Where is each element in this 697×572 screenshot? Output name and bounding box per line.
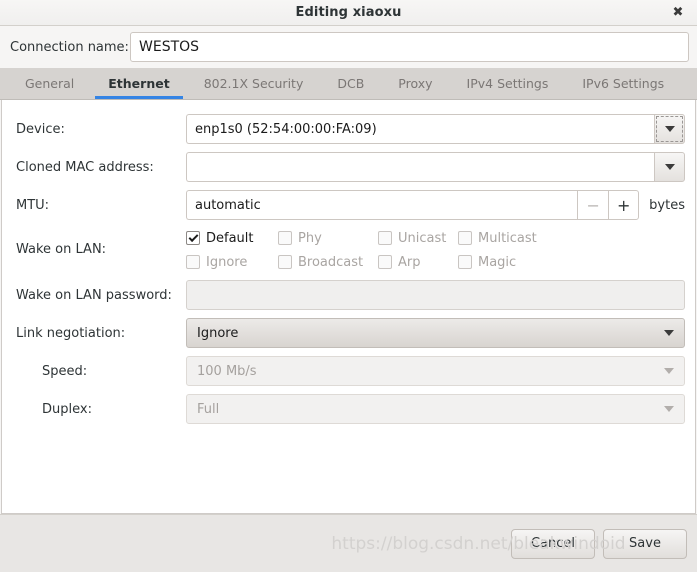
mtu-input[interactable]: automatic — [186, 190, 578, 220]
checkbox-box — [278, 231, 292, 245]
checkbox-label: Phy — [298, 230, 322, 246]
cloned-mac-row: Cloned MAC address: — [16, 152, 685, 182]
checkbox-wol-broadcast: Broadcast — [278, 252, 378, 272]
connection-name-label: Connection name: — [10, 39, 129, 55]
check-icon — [188, 231, 198, 242]
chevron-down-icon — [664, 126, 675, 132]
checkbox-box — [186, 255, 200, 269]
checkbox-label: Broadcast — [298, 254, 364, 270]
mtu-increment-button[interactable]: + — [608, 190, 640, 220]
checkbox-wol-ignore: Ignore — [186, 252, 278, 272]
speed-label: Speed: — [42, 363, 88, 379]
wake-on-lan-options: Default Phy Unicast Multicast Ignore Bro… — [186, 228, 685, 272]
checkbox-box — [378, 255, 392, 269]
tab-dcb[interactable]: DCB — [320, 68, 381, 99]
tab-802-1x-security[interactable]: 802.1X Security — [187, 68, 321, 99]
wol-password-input — [186, 280, 685, 310]
duplex-row: Duplex: Full — [16, 394, 685, 424]
checkbox-box — [458, 255, 472, 269]
checkbox-wol-phy: Phy — [278, 228, 378, 248]
duplex-value: Full — [197, 401, 220, 417]
cloned-mac-label: Cloned MAC address: — [16, 159, 154, 175]
device-dropdown-button[interactable] — [654, 114, 685, 144]
ethernet-settings-panel: Device: enp1s0 (52:54:00:00:FA:09) Clone… — [1, 100, 696, 514]
device-row: Device: enp1s0 (52:54:00:00:FA:09) — [16, 114, 685, 144]
checkbox-wol-magic: Magic — [458, 252, 578, 272]
wol-password-row: Wake on LAN password: — [16, 280, 685, 310]
checkbox-label: Magic — [478, 254, 517, 270]
tab-ethernet[interactable]: Ethernet — [91, 68, 186, 99]
cancel-button[interactable]: Cancel — [511, 528, 595, 559]
tab-general[interactable]: General — [8, 68, 91, 99]
checkbox-label: Unicast — [398, 230, 447, 246]
chevron-down-icon — [664, 368, 674, 374]
tab-proxy[interactable]: Proxy — [381, 68, 449, 99]
checkbox-label: Default — [206, 230, 254, 246]
chevron-down-icon — [664, 164, 675, 170]
checkbox-box — [278, 255, 292, 269]
tab-ipv6-settings[interactable]: IPv6 Settings — [565, 68, 681, 99]
checkbox-label: Arp — [398, 254, 421, 270]
mtu-decrement-button[interactable]: − — [577, 190, 609, 220]
link-negotiation-label: Link negotiation: — [16, 325, 126, 341]
link-negotiation-value: Ignore — [197, 325, 239, 341]
chevron-down-icon — [664, 406, 674, 412]
dialog-footer: https://blog.csdn.net/bleakwindoid Cance… — [0, 514, 697, 572]
wake-on-lan-row: Wake on LAN: Default Phy Unicast Multica… — [16, 228, 685, 272]
cloned-mac-input[interactable] — [186, 152, 654, 182]
speed-row: Speed: 100 Mb/s — [16, 356, 685, 386]
title-bar: Editing xiaoxu ✖ — [0, 0, 697, 26]
checkbox-box — [378, 231, 392, 245]
wake-on-lan-label: Wake on LAN: — [16, 242, 107, 257]
tab-ipv4-settings[interactable]: IPv4 Settings — [450, 68, 566, 99]
checkbox-label: Multicast — [478, 230, 537, 246]
cloned-mac-dropdown-button[interactable] — [654, 152, 685, 182]
duplex-combo: Full — [186, 394, 685, 424]
checkbox-wol-multicast: Multicast — [458, 228, 578, 248]
connection-name-input[interactable]: WESTOS — [130, 32, 689, 62]
mtu-label: MTU: — [16, 197, 50, 213]
checkbox-label: Ignore — [206, 254, 248, 270]
speed-combo: 100 Mb/s — [186, 356, 685, 386]
checkbox-box — [458, 231, 472, 245]
mtu-row: MTU: automatic − + bytes — [16, 190, 685, 220]
link-negotiation-combo[interactable]: Ignore — [186, 318, 685, 348]
checkbox-box — [186, 231, 200, 245]
window-title: Editing xiaoxu — [295, 5, 402, 20]
duplex-label: Duplex: — [42, 401, 92, 417]
tab-bar: General Ethernet 802.1X Security DCB Pro… — [0, 68, 697, 100]
connection-name-row: Connection name: WESTOS — [0, 26, 697, 68]
save-button[interactable]: Save — [603, 528, 687, 559]
close-icon[interactable]: ✖ — [665, 0, 691, 25]
device-combo-value[interactable]: enp1s0 (52:54:00:00:FA:09) — [186, 114, 654, 144]
device-label: Device: — [16, 121, 65, 137]
chevron-down-icon — [664, 330, 674, 336]
wol-password-label: Wake on LAN password: — [16, 287, 172, 303]
mtu-unit-label: bytes — [649, 197, 685, 213]
checkbox-wol-unicast: Unicast — [378, 228, 458, 248]
speed-value: 100 Mb/s — [197, 363, 257, 379]
link-negotiation-row: Link negotiation: Ignore — [16, 318, 685, 348]
checkbox-wol-default[interactable]: Default — [186, 228, 278, 248]
checkbox-wol-arp: Arp — [378, 252, 458, 272]
edit-connection-dialog: Editing xiaoxu ✖ Connection name: WESTOS… — [0, 0, 697, 572]
